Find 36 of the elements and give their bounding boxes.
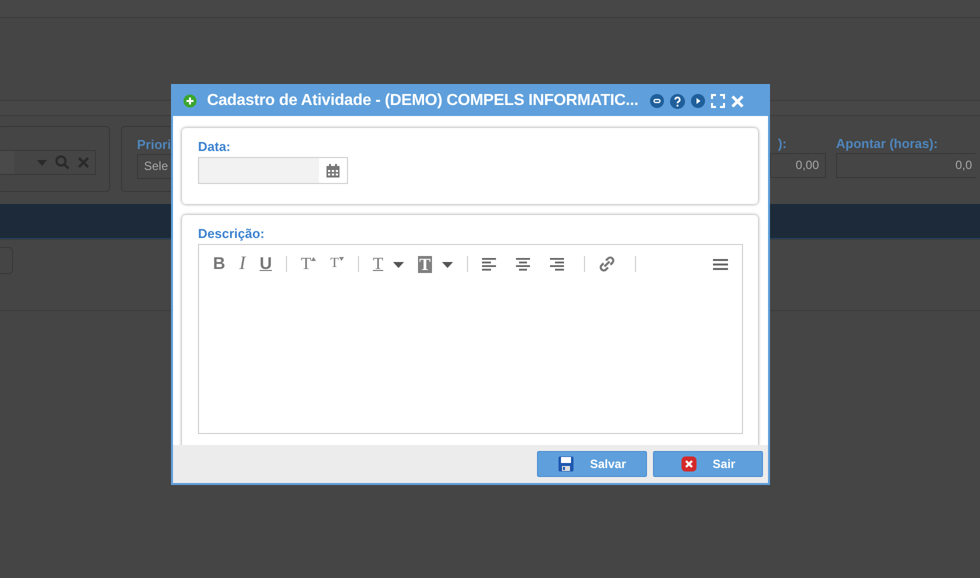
help-icon[interactable] bbox=[670, 94, 686, 108]
calendar-icon[interactable] bbox=[326, 164, 340, 178]
highlight-button[interactable]: T bbox=[418, 254, 453, 274]
close-icon bbox=[680, 456, 697, 472]
underline-button[interactable]: U bbox=[260, 254, 272, 274]
italic-button[interactable]: I bbox=[239, 254, 246, 274]
plus-icon bbox=[183, 94, 197, 108]
align-left-icon[interactable] bbox=[482, 257, 496, 271]
maximize-icon[interactable] bbox=[711, 94, 726, 108]
caret-icon[interactable] bbox=[442, 262, 453, 268]
field-label: Data: bbox=[198, 139, 232, 154]
number-field[interactable]: 0,00 bbox=[770, 153, 826, 178]
field-label: ): bbox=[777, 136, 788, 151]
color-button[interactable]: T bbox=[372, 254, 404, 274]
link-icon[interactable] bbox=[598, 256, 615, 272]
exit-button[interactable]: Sair bbox=[653, 451, 763, 477]
align-center-icon[interactable] bbox=[516, 257, 530, 271]
grow-button[interactable]: T bbox=[300, 254, 316, 274]
menu-icon[interactable] bbox=[713, 258, 728, 270]
field-label: Descrição: bbox=[198, 226, 266, 241]
caret-icon bbox=[37, 160, 47, 166]
save-button[interactable]: Salvar bbox=[537, 451, 647, 477]
text-editor[interactable]: B I U T T T T bbox=[198, 244, 743, 434]
window-title: Cadastro de Atividade - (DEMO) COMPELS INFORMATIC... bbox=[207, 92, 638, 110]
minimize-icon[interactable] bbox=[650, 94, 664, 108]
triangle-icon bbox=[311, 257, 316, 261]
date-field[interactable] bbox=[198, 157, 348, 184]
play-icon[interactable] bbox=[691, 94, 706, 108]
number-field[interactable]: 0,0 bbox=[836, 153, 976, 178]
field-label: Apontar (horas): bbox=[836, 136, 939, 151]
field-label: Priori bbox=[137, 137, 172, 152]
shrink-button[interactable]: T bbox=[330, 254, 344, 274]
align-right-icon[interactable] bbox=[550, 257, 564, 271]
bold-button[interactable]: B bbox=[213, 254, 226, 274]
triangle-icon bbox=[338, 257, 344, 261]
caret-icon[interactable] bbox=[393, 262, 404, 268]
